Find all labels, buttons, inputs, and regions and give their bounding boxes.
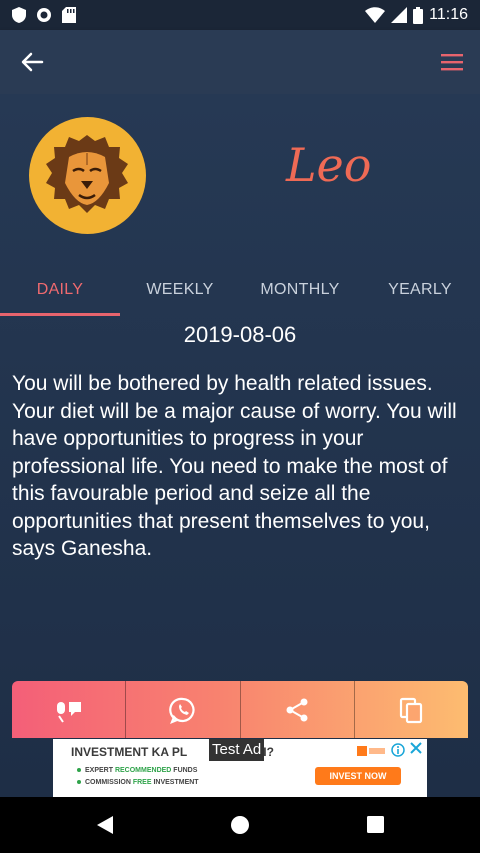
horoscope-text: You will be bothered by health related i…: [12, 372, 457, 560]
app-bar: [0, 30, 480, 94]
back-triangle-icon[interactable]: [96, 815, 114, 835]
status-bar: 11:16: [0, 0, 480, 30]
ad-line-2: COMMISSION FREE INVESTMENT: [77, 779, 199, 786]
hamburger-menu-icon[interactable]: [440, 50, 464, 74]
whatsapp-button[interactable]: [126, 681, 241, 738]
wifi-icon: [365, 7, 386, 23]
speak-icon: [56, 701, 81, 723]
sd-card-icon: [62, 7, 76, 23]
invest-now-button[interactable]: INVEST NOW: [315, 767, 401, 785]
circle-status-icon: [37, 8, 51, 22]
tab-monthly[interactable]: MONTHLY: [240, 264, 360, 316]
whatsapp-icon: [169, 697, 195, 724]
ad-banner[interactable]: INVESTMENT KA PL AI? EXPERT RECOMMENDED …: [53, 739, 427, 797]
tab-weekly[interactable]: WEEKLY: [120, 264, 240, 316]
ad-headline-part1: INVESTMENT KA PL: [71, 745, 188, 759]
period-tabs: DAILY WEEKLY MONTHLY YEARLY: [0, 264, 480, 316]
recents-square-icon[interactable]: [367, 816, 384, 833]
action-bar: [12, 681, 468, 738]
horoscope-date: 2019-08-06: [183, 322, 297, 347]
battery-icon: [413, 6, 424, 24]
signal-icon: [391, 7, 408, 23]
shield-icon: [12, 7, 26, 23]
share-button[interactable]: [241, 681, 355, 738]
tab-daily[interactable]: DAILY: [0, 264, 120, 316]
speak-button[interactable]: [12, 681, 127, 738]
tab-yearly[interactable]: YEARLY: [360, 264, 480, 316]
test-ad-badge: Test Ad: [209, 739, 265, 761]
ad-line-1: EXPERT RECOMMENDED FUNDS: [77, 767, 197, 774]
close-icon[interactable]: [409, 741, 423, 755]
sign-title: Leo: [286, 138, 372, 192]
copy-button[interactable]: [355, 681, 468, 738]
copy-icon: [400, 697, 423, 723]
status-time: 11:16: [429, 6, 468, 23]
arrow-left-icon[interactable]: [18, 48, 46, 76]
system-nav-bar: [0, 797, 480, 853]
share-icon: [286, 698, 308, 721]
info-icon[interactable]: [391, 743, 405, 757]
home-circle-icon[interactable]: [230, 815, 250, 835]
horoscope-content: Leo DAILY WEEKLY MONTHLY YEARLY 2019-08-…: [0, 94, 480, 797]
ad-logo-icon: [357, 746, 385, 756]
zodiac-avatar: [29, 117, 146, 234]
lion-icon: [46, 135, 128, 213]
